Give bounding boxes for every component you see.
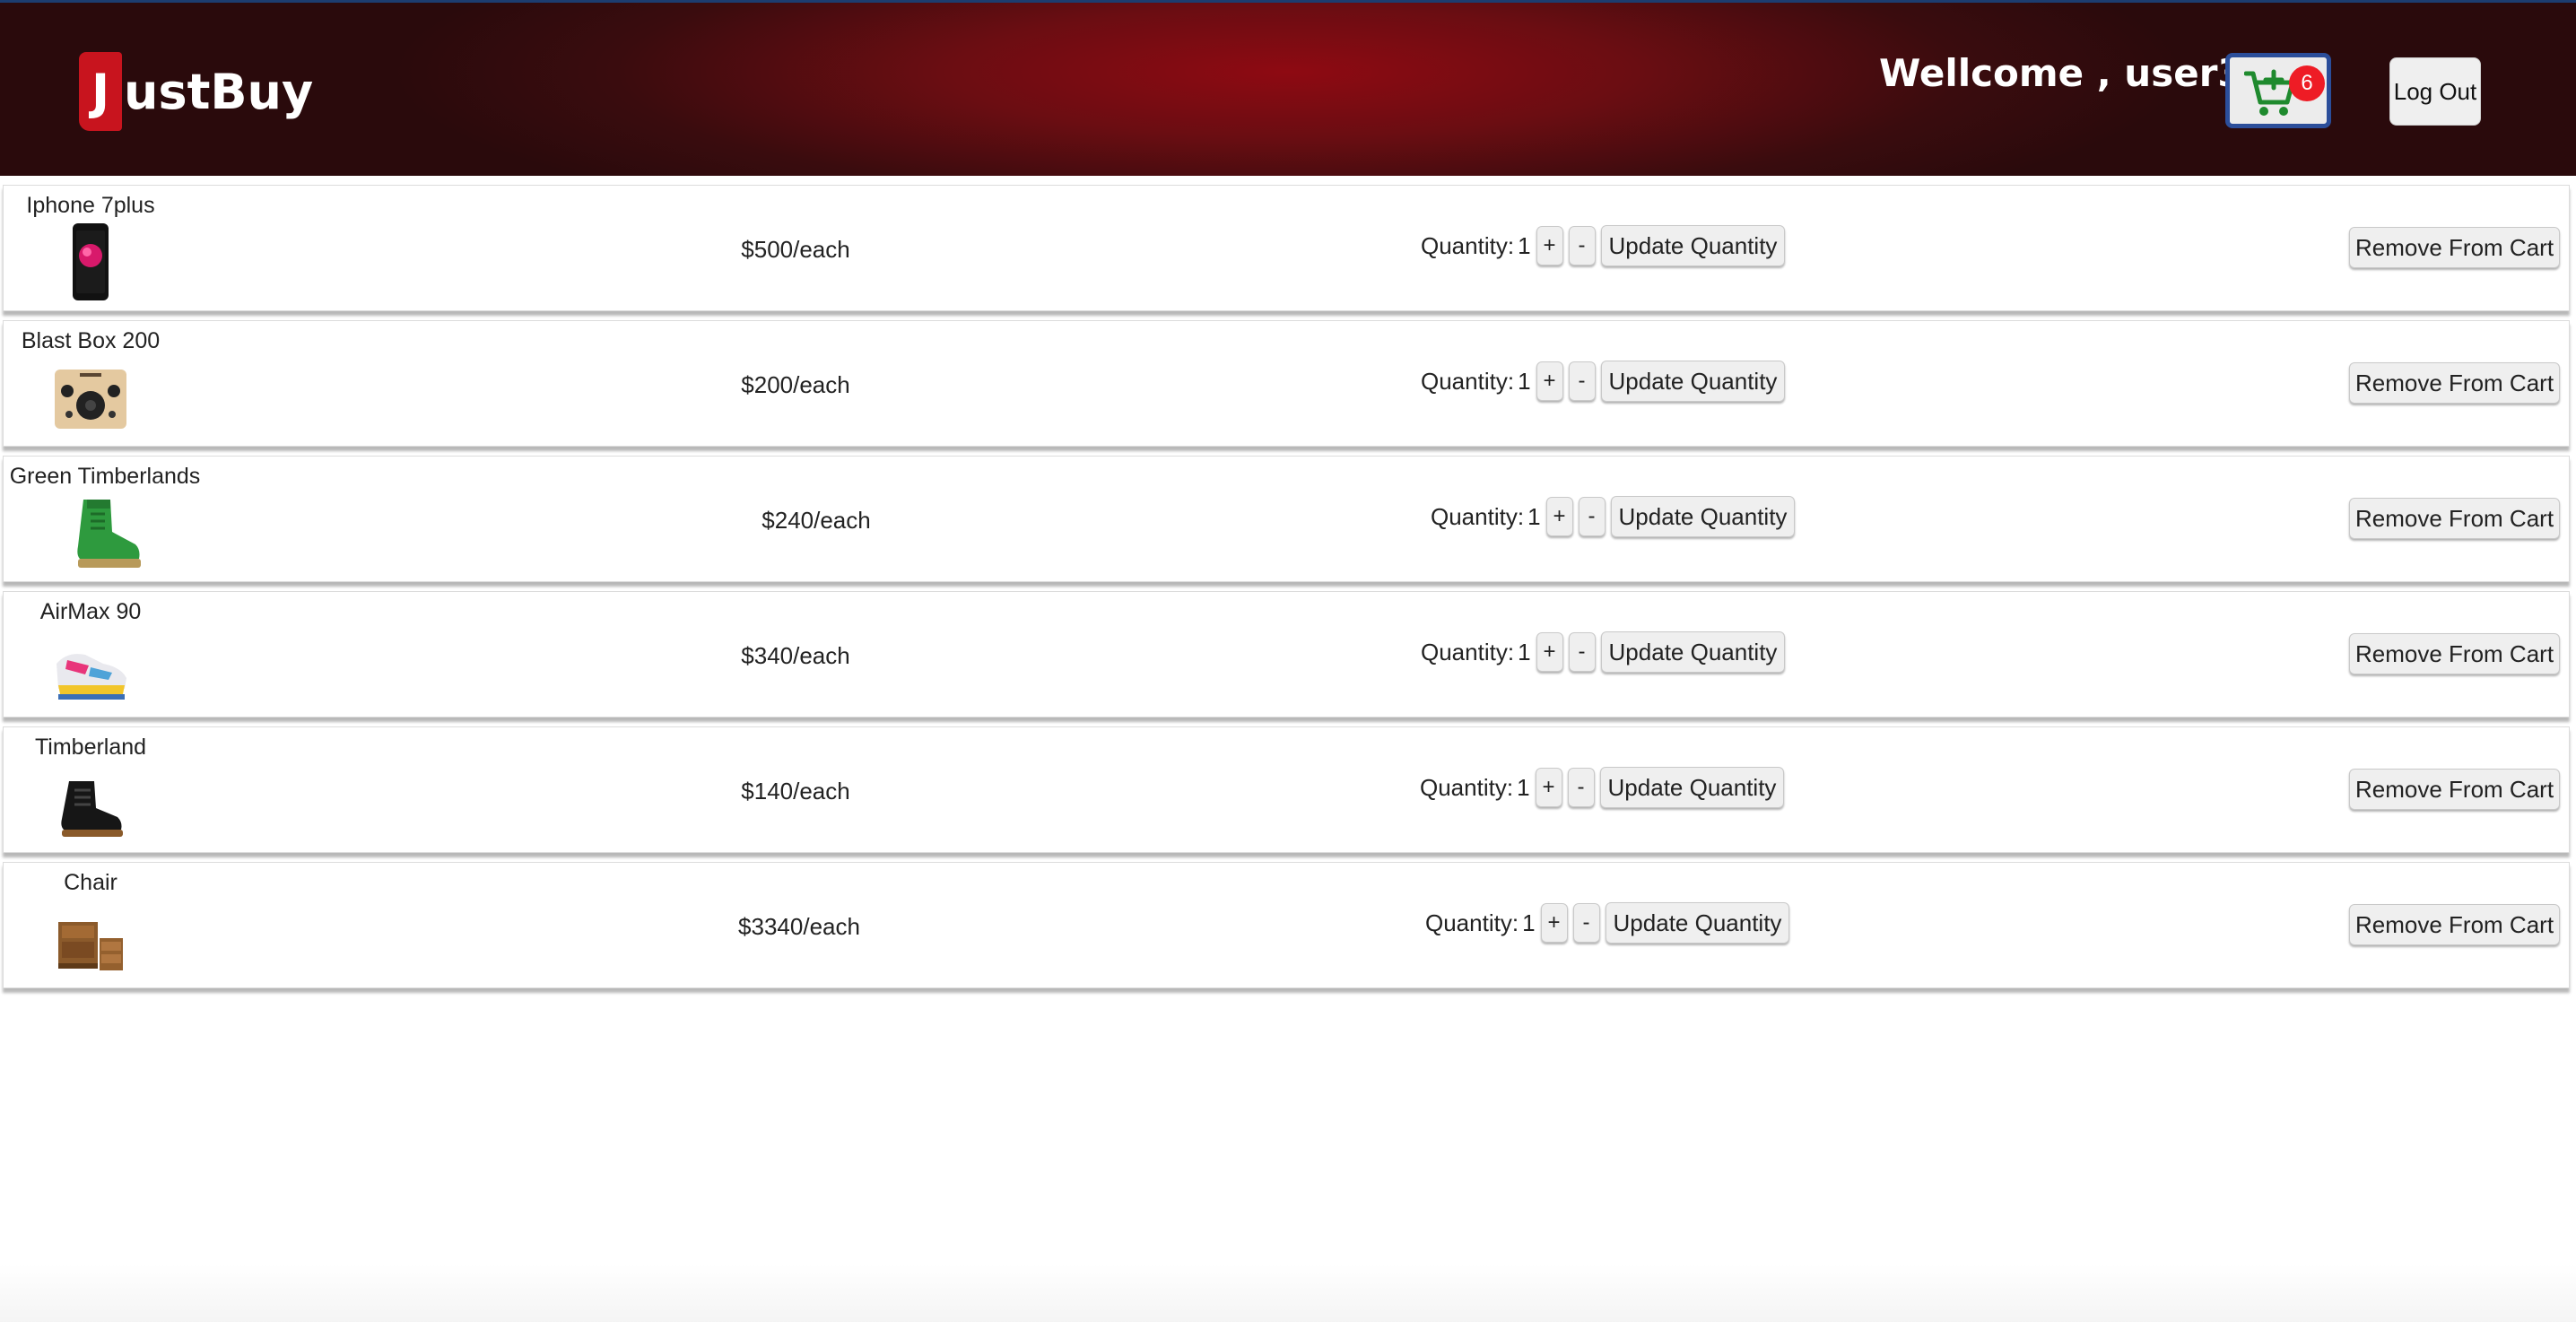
quantity-label: Quantity: — [1421, 367, 1515, 395]
decrease-quantity-button[interactable]: - — [1568, 226, 1596, 265]
product-name: Green Timberlands — [9, 464, 201, 489]
logo-letter-box: J — [79, 52, 122, 131]
quantity-label: Quantity: — [1431, 502, 1525, 530]
increase-quantity-button[interactable]: + — [1545, 497, 1573, 536]
cart-item-row: Iphone 7plus $500/each Quantity: 1 + - U… — [3, 185, 2570, 311]
product-price: $340/each — [741, 642, 850, 669]
quantity-value: 1 — [1517, 773, 1530, 801]
justbuy-logo[interactable]: J ustBuy — [79, 52, 313, 131]
quantity-value: 1 — [1518, 231, 1531, 259]
green-boot-image[interactable] — [64, 492, 146, 575]
product-name: Chair — [64, 870, 117, 895]
decrease-quantity-button[interactable]: - — [1578, 497, 1606, 536]
product-name: Iphone 7plus — [26, 193, 155, 218]
quantity-value: 1 — [1518, 367, 1531, 395]
cart-item-row: Chair $3340/each Quantity: 1 + - Update … — [3, 862, 2570, 988]
update-quantity-button[interactable]: Update Quantity — [1605, 902, 1790, 944]
black-boot-image[interactable] — [49, 763, 132, 846]
product-price: $200/each — [741, 371, 850, 398]
update-quantity-button[interactable]: Update Quantity — [1599, 767, 1785, 808]
increase-quantity-button[interactable]: + — [1540, 903, 1568, 943]
update-quantity-button[interactable]: Update Quantity — [1600, 631, 1786, 673]
cart-plus-icon — [2244, 69, 2295, 116]
logo-text: ustBuy — [124, 63, 314, 120]
cart-item-row: Blast Box 200 $200/each Quantity: 1 + - … — [3, 320, 2570, 447]
product-price: $500/each — [741, 236, 850, 263]
welcome-message: Wellcome , user3 — [1879, 51, 2244, 95]
page-bottom-fade — [0, 1265, 2576, 1322]
logout-button[interactable]: Log Out — [2389, 57, 2481, 126]
decrease-quantity-button[interactable]: - — [1572, 903, 1600, 943]
remove-from-cart-button[interactable]: Remove From Cart — [2349, 227, 2561, 268]
quantity-value: 1 — [1518, 638, 1531, 665]
quantity-value: 1 — [1527, 502, 1541, 530]
increase-quantity-button[interactable]: + — [1536, 361, 1563, 401]
decrease-quantity-button[interactable]: - — [1567, 768, 1595, 807]
update-quantity-button[interactable]: Update Quantity — [1610, 496, 1796, 537]
cart-item-row: Timberland $140/each Quantity: 1 + - Upd… — [3, 726, 2570, 853]
quantity-label: Quantity: — [1420, 773, 1514, 801]
increase-quantity-button[interactable]: + — [1535, 768, 1562, 807]
update-quantity-button[interactable]: Update Quantity — [1600, 361, 1786, 402]
cart-item-row: Green Timberlands $240/each Quantity: 1 … — [3, 456, 2570, 582]
logo-letter: J — [91, 63, 110, 120]
update-quantity-button[interactable]: Update Quantity — [1600, 225, 1786, 266]
product-price: $3340/each — [738, 913, 860, 940]
quantity-controls: Quantity: 1 + - Update Quantity — [1421, 361, 1786, 402]
quantity-controls: Quantity: 1 + - Update Quantity — [1421, 225, 1786, 266]
cart-item-row: AirMax 90 $340/each Quantity: 1 + - Upda… — [3, 591, 2570, 718]
phone-image[interactable] — [49, 222, 132, 304]
quantity-controls: Quantity: 1 + - Update Quantity — [1421, 631, 1786, 673]
speaker-image[interactable] — [49, 357, 132, 439]
top-header: J ustBuy Wellcome , user3 6 Log Out — [0, 0, 2576, 176]
increase-quantity-button[interactable]: + — [1536, 226, 1563, 265]
quantity-controls: Quantity: 1 + - Update Quantity — [1425, 902, 1790, 944]
product-name: AirMax 90 — [39, 599, 142, 624]
remove-from-cart-button[interactable]: Remove From Cart — [2349, 904, 2561, 945]
quantity-label: Quantity: — [1421, 231, 1515, 259]
product-name: Blast Box 200 — [21, 328, 161, 353]
quantity-controls: Quantity: 1 + - Update Quantity — [1420, 767, 1785, 808]
decrease-quantity-button[interactable]: - — [1568, 632, 1596, 672]
quantity-controls: Quantity: 1 + - Update Quantity — [1431, 496, 1796, 537]
quantity-label: Quantity: — [1425, 909, 1519, 936]
quantity-label: Quantity: — [1421, 638, 1515, 665]
sneaker-image[interactable] — [49, 628, 132, 710]
product-name: Timberland — [34, 735, 147, 760]
product-price: $240/each — [761, 507, 871, 534]
cart-count-badge: 6 — [2289, 65, 2325, 101]
increase-quantity-button[interactable]: + — [1536, 632, 1563, 672]
decrease-quantity-button[interactable]: - — [1568, 361, 1596, 401]
quantity-value: 1 — [1522, 909, 1536, 936]
remove-from-cart-button[interactable]: Remove From Cart — [2349, 362, 2561, 404]
remove-from-cart-button[interactable]: Remove From Cart — [2349, 633, 2561, 674]
cart-button[interactable]: 6 — [2225, 53, 2331, 128]
furniture-image[interactable] — [49, 899, 132, 981]
remove-from-cart-button[interactable]: Remove From Cart — [2349, 769, 2561, 810]
product-price: $140/each — [741, 778, 850, 805]
remove-from-cart-button[interactable]: Remove From Cart — [2349, 498, 2561, 539]
